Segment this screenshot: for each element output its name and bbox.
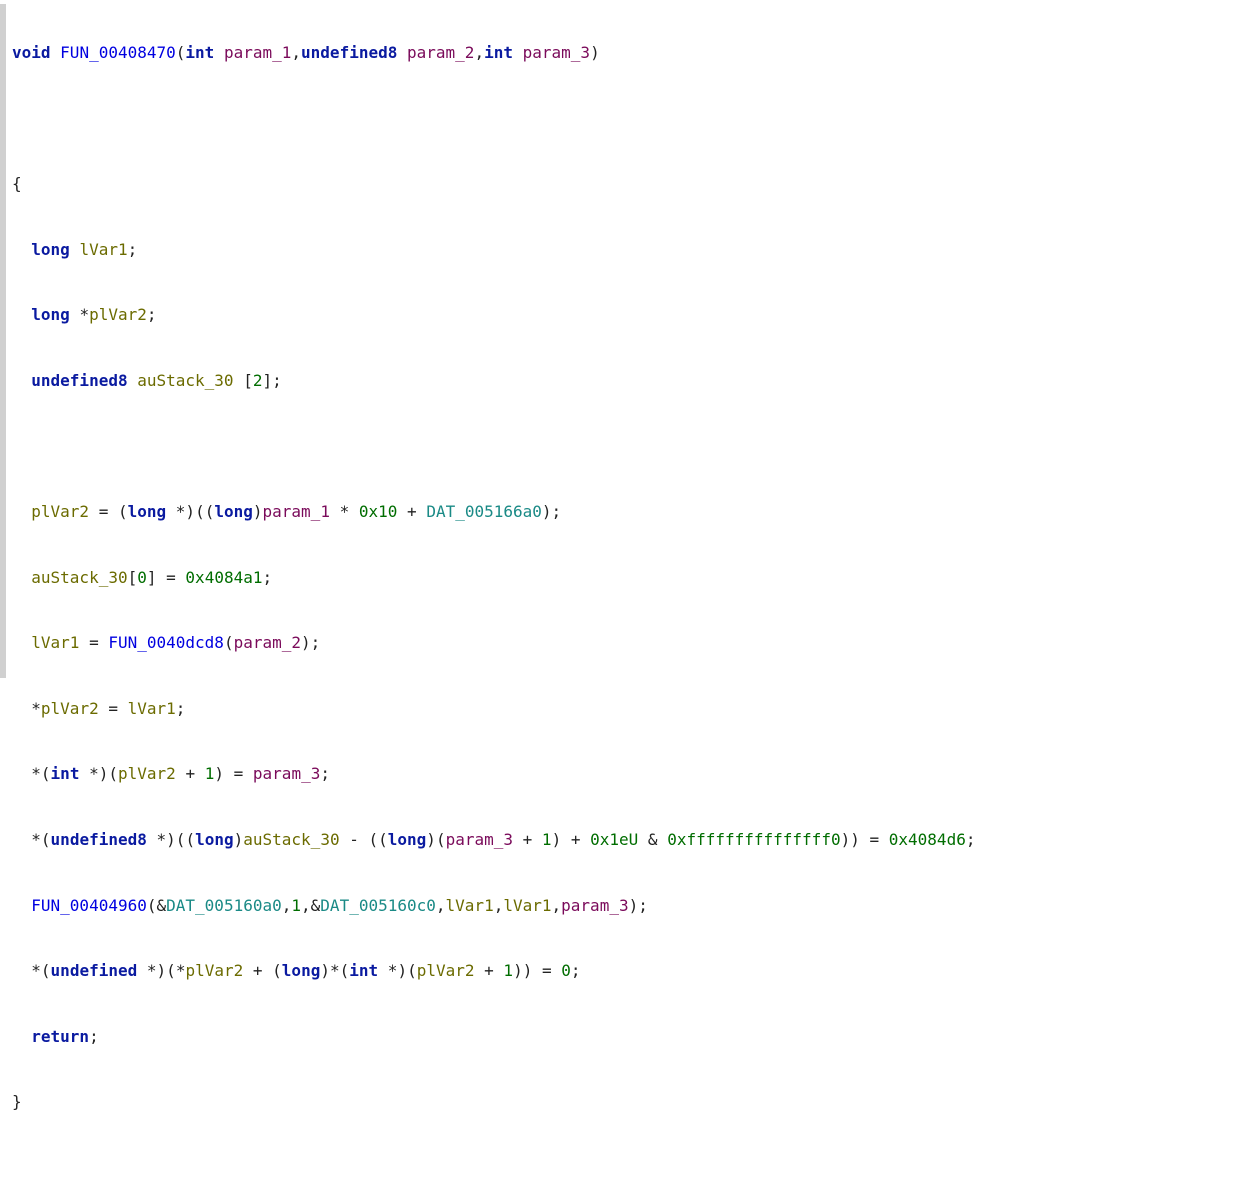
parameter[interactable]: param_1 bbox=[224, 43, 291, 62]
code-line[interactable]: *(int *)(plVar2 + 1) = param_3; bbox=[12, 758, 1252, 791]
code-line[interactable]: auStack_30[0] = 0x4084a1; bbox=[12, 562, 1252, 595]
parameter[interactable]: param_3 bbox=[523, 43, 590, 62]
keyword: return bbox=[31, 1027, 89, 1046]
keyword: long bbox=[195, 830, 234, 849]
number-literal: 1 bbox=[542, 830, 552, 849]
local-var[interactable]: plVar2 bbox=[118, 764, 176, 783]
code-line[interactable]: long *plVar2; bbox=[12, 299, 1252, 332]
code-line[interactable]: void FUN_00408470(int param_1,undefined8… bbox=[12, 37, 1252, 70]
code-line[interactable]: return; bbox=[12, 1021, 1252, 1054]
function-call[interactable]: FUN_0040dcd8 bbox=[108, 633, 224, 652]
local-var[interactable]: lVar1 bbox=[503, 896, 551, 915]
number-literal: 0x1eU bbox=[590, 830, 638, 849]
local-var[interactable]: plVar2 bbox=[185, 961, 243, 980]
editor-gutter bbox=[0, 4, 6, 678]
number-literal: 1 bbox=[205, 764, 215, 783]
keyword: int bbox=[484, 43, 513, 62]
keyword: long bbox=[214, 502, 253, 521]
local-var[interactable]: plVar2 bbox=[31, 502, 89, 521]
code-line[interactable]: long lVar1; bbox=[12, 234, 1252, 267]
number-literal: 0x4084a1 bbox=[185, 568, 262, 587]
local-var[interactable]: plVar2 bbox=[417, 961, 475, 980]
keyword: long bbox=[388, 830, 427, 849]
parameter[interactable]: param_3 bbox=[446, 830, 513, 849]
local-var[interactable]: plVar2 bbox=[41, 699, 99, 718]
local-var[interactable]: auStack_30 bbox=[137, 371, 233, 390]
type: undefined8 bbox=[301, 43, 397, 62]
local-var[interactable]: lVar1 bbox=[446, 896, 494, 915]
keyword: long bbox=[31, 240, 70, 259]
keyword: long bbox=[31, 305, 70, 324]
keyword: void bbox=[12, 43, 51, 62]
keyword: int bbox=[51, 764, 80, 783]
type: undefined bbox=[51, 961, 138, 980]
number-literal: 0 bbox=[561, 961, 571, 980]
type: undefined8 bbox=[51, 830, 147, 849]
number-literal: 0x4084d6 bbox=[889, 830, 966, 849]
data-symbol[interactable]: DAT_005166a0 bbox=[426, 502, 542, 521]
type: undefined8 bbox=[31, 371, 127, 390]
number-literal: 1 bbox=[503, 961, 513, 980]
local-var[interactable]: lVar1 bbox=[79, 240, 127, 259]
keyword: int bbox=[349, 961, 378, 980]
keyword: long bbox=[128, 502, 167, 521]
keyword: long bbox=[282, 961, 321, 980]
data-symbol[interactable]: DAT_005160c0 bbox=[320, 896, 436, 915]
local-var[interactable]: plVar2 bbox=[89, 305, 147, 324]
code-area[interactable]: void FUN_00408470(int param_1,undefined8… bbox=[8, 4, 1252, 678]
code-line[interactable]: lVar1 = FUN_0040dcd8(param_2); bbox=[12, 627, 1252, 660]
number-literal: 0x10 bbox=[359, 502, 398, 521]
code-line[interactable]: } bbox=[12, 1086, 1252, 1119]
code-line[interactable]: FUN_00404960(&DAT_005160a0,1,&DAT_005160… bbox=[12, 890, 1252, 923]
parameter[interactable]: param_2 bbox=[234, 633, 301, 652]
data-symbol[interactable]: DAT_005160a0 bbox=[166, 896, 282, 915]
number-literal: 1 bbox=[291, 896, 301, 915]
number-literal: 0 bbox=[137, 568, 147, 587]
local-var[interactable]: lVar1 bbox=[31, 633, 79, 652]
decompiler-view: void FUN_00408470(int param_1,undefined8… bbox=[0, 0, 1252, 678]
code-line[interactable]: plVar2 = (long *)((long)param_1 * 0x10 +… bbox=[12, 496, 1252, 529]
function-name[interactable]: FUN_00408470 bbox=[60, 43, 176, 62]
code-line[interactable]: *plVar2 = lVar1; bbox=[12, 693, 1252, 726]
local-var[interactable]: auStack_30 bbox=[31, 568, 127, 587]
code-line[interactable]: undefined8 auStack_30 [2]; bbox=[12, 365, 1252, 398]
keyword: int bbox=[185, 43, 214, 62]
code-line[interactable]: { bbox=[12, 168, 1252, 201]
parameter[interactable]: param_2 bbox=[407, 43, 474, 62]
code-line[interactable]: *(undefined *)(*plVar2 + (long)*(int *)(… bbox=[12, 955, 1252, 988]
number-literal: 0xfffffffffffffff0 bbox=[667, 830, 840, 849]
local-var[interactable]: auStack_30 bbox=[243, 830, 339, 849]
code-line[interactable] bbox=[12, 430, 1252, 463]
parameter[interactable]: param_3 bbox=[253, 764, 320, 783]
parameter[interactable]: param_1 bbox=[263, 502, 330, 521]
function-call[interactable]: FUN_00404960 bbox=[31, 896, 147, 915]
code-line[interactable]: *(undefined8 *)((long)auStack_30 - ((lon… bbox=[12, 824, 1252, 857]
code-line[interactable] bbox=[12, 102, 1252, 135]
local-var[interactable]: lVar1 bbox=[128, 699, 176, 718]
parameter[interactable]: param_3 bbox=[561, 896, 628, 915]
